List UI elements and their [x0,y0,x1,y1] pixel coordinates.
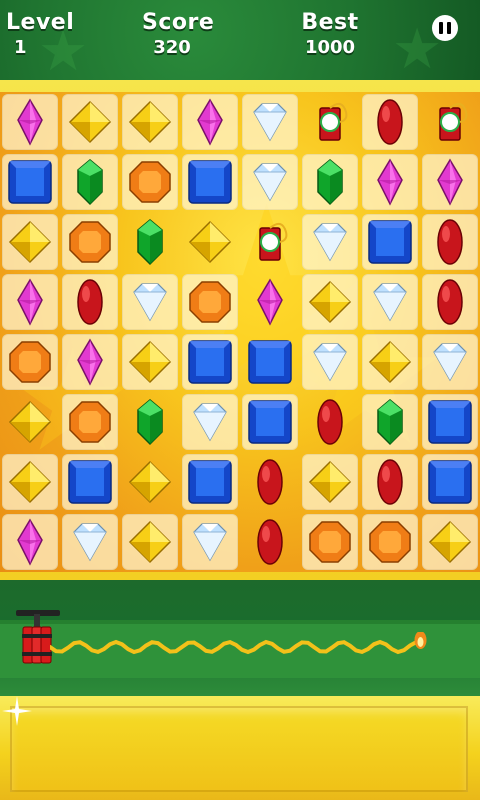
best-label: Best [301,10,359,35]
green-gem-icon[interactable] [302,154,358,210]
blue-gem-icon[interactable] [422,454,478,510]
yellow-gem-icon[interactable] [422,514,478,570]
red-gem-icon[interactable] [62,274,118,330]
level-stat: Level 1 [6,10,74,58]
pause-icon [439,22,443,34]
level-label: Level [6,10,75,35]
orange-gem-icon[interactable] [62,394,118,450]
board-background: ★ ★ ★ [0,92,480,572]
orange-gem-icon[interactable] [362,514,418,570]
pink-gem-icon[interactable] [182,94,238,150]
score-stat: Score 320 [142,10,215,58]
red-gem-icon[interactable] [242,514,298,570]
pink-gem-icon[interactable] [62,334,118,390]
gem-grid[interactable] [0,92,480,572]
yellow-gem-icon[interactable] [122,334,178,390]
orange-gem-icon[interactable] [302,514,358,570]
red-gem-icon[interactable] [422,214,478,270]
yellow-gem-icon[interactable] [2,394,58,450]
pink-gem-icon[interactable] [2,514,58,570]
pink-gem-icon[interactable] [362,154,418,210]
blue-gem-icon[interactable] [242,394,298,450]
diamond-gem-icon[interactable] [362,274,418,330]
blue-gem-icon[interactable] [62,454,118,510]
red-gem-icon[interactable] [362,94,418,150]
yellow-gem-icon[interactable] [362,334,418,390]
blue-gem-icon[interactable] [2,154,58,210]
footer-panel [10,706,468,792]
yellow-gem-icon[interactable] [2,454,58,510]
pink-gem-icon[interactable] [242,274,298,330]
red-gem-icon[interactable] [302,394,358,450]
yellow-gem-icon[interactable] [122,454,178,510]
fuse-wire [50,632,427,655]
diamond-gem-icon[interactable] [182,514,238,570]
yellow-gem-icon[interactable] [302,454,358,510]
pause-icon [447,22,451,34]
diamond-gem-icon[interactable] [302,214,358,270]
diamond-gem-icon[interactable] [182,394,238,450]
footer-bar [0,696,480,800]
orange-gem-icon[interactable] [2,334,58,390]
green-gem-icon[interactable] [62,154,118,210]
diamond-gem-icon[interactable] [302,334,358,390]
green-gem-icon[interactable] [122,394,178,450]
level-value: 1 [14,37,27,58]
blue-gem-icon[interactable] [362,214,418,270]
red-gem-icon[interactable] [242,454,298,510]
bomb-gem-icon[interactable] [302,94,358,150]
blue-gem-icon[interactable] [242,334,298,390]
orange-gem-icon[interactable] [122,154,178,210]
game-screen: ★ ★ Level 1 Score 320 Best 1000 ★ ★ ★ [0,0,480,800]
bomb-gem-icon[interactable] [242,214,298,270]
diamond-gem-icon[interactable] [242,154,298,210]
orange-gem-icon[interactable] [182,274,238,330]
diamond-gem-icon[interactable] [62,514,118,570]
red-gem-icon[interactable] [422,274,478,330]
board-frame: ★ ★ ★ [0,80,480,580]
blue-gem-icon[interactable] [182,454,238,510]
best-value: 1000 [304,37,356,58]
top-hud: ★ ★ Level 1 Score 320 Best 1000 [0,0,480,80]
sparkle-icon [2,696,32,726]
diamond-gem-icon[interactable] [122,274,178,330]
score-label: Score [142,10,215,35]
diamond-gem-icon[interactable] [242,94,298,150]
orange-gem-icon[interactable] [62,214,118,270]
blue-gem-icon[interactable] [422,394,478,450]
pink-gem-icon[interactable] [2,274,58,330]
pink-gem-icon[interactable] [2,94,58,150]
yellow-gem-icon[interactable] [122,514,178,570]
red-gem-icon[interactable] [362,454,418,510]
bomb-gem-icon[interactable] [422,94,478,150]
yellow-gem-icon[interactable] [182,214,238,270]
yellow-gem-icon[interactable] [302,274,358,330]
score-value: 320 [153,37,191,58]
fuse-track-edge [0,620,480,624]
pink-gem-icon[interactable] [422,154,478,210]
blue-gem-icon[interactable] [182,334,238,390]
pause-button[interactable] [432,15,458,41]
yellow-gem-icon[interactable] [62,94,118,150]
yellow-gem-icon[interactable] [122,94,178,150]
green-gem-icon[interactable] [122,214,178,270]
best-stat: Best 1000 [300,10,360,58]
yellow-gem-icon[interactable] [2,214,58,270]
green-gem-icon[interactable] [362,394,418,450]
diamond-gem-icon[interactable] [422,334,478,390]
spark-icon [414,632,427,649]
blue-gem-icon[interactable] [182,154,238,210]
